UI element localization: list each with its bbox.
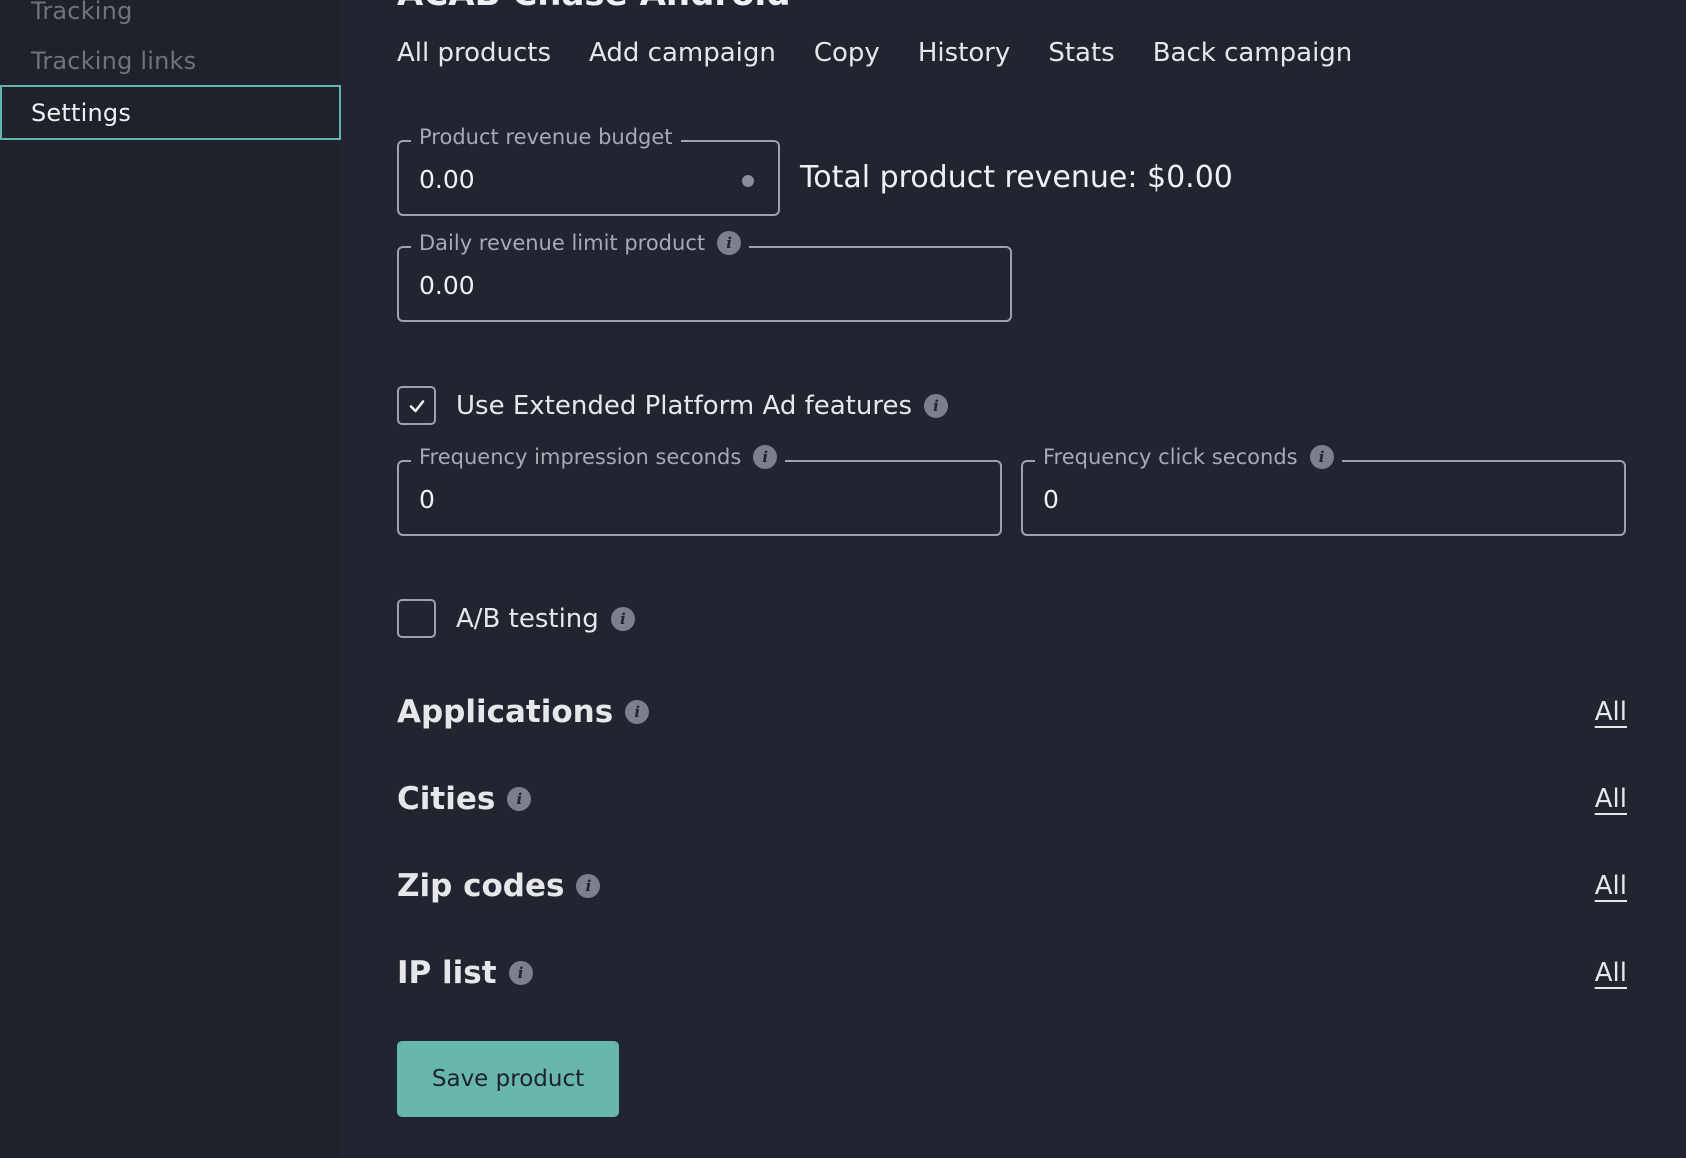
save-product-button[interactable]: Save product [397, 1041, 619, 1117]
section-title-text: IP list [397, 955, 497, 991]
info-icon[interactable]: i [576, 874, 601, 898]
info-icon[interactable]: i [717, 231, 742, 255]
extended-features-checkbox[interactable] [397, 386, 436, 425]
daily-limit-field[interactable]: Daily revenue limit product i 0.00 [397, 231, 1012, 322]
freq-click-label: Frequency click seconds i [1035, 445, 1342, 469]
page-title: ACAB Chase Android [397, 0, 791, 14]
tab-add-campaign[interactable]: Add campaign [589, 38, 776, 68]
ab-testing-row: A/B testing i [397, 599, 635, 638]
checkmark-icon [409, 399, 424, 412]
ip-list-all-link[interactable]: All [1595, 958, 1627, 988]
sidebar-item-settings[interactable]: Settings [0, 85, 341, 140]
revenue-budget-field[interactable]: Product revenue budget 0.00 [397, 125, 780, 216]
section-title-text: Applications [397, 694, 614, 730]
extended-features-label: Use Extended Platform Ad features [456, 390, 913, 421]
freq-click-value: 0 [1043, 485, 1059, 514]
freq-impression-label: Frequency impression seconds i [411, 445, 786, 469]
tab-stats[interactable]: Stats [1048, 38, 1114, 68]
tab-back-campaign[interactable]: Back campaign [1153, 38, 1353, 68]
section-title: IP list i [397, 955, 533, 991]
sidebar: Tracking Tracking links Settings [0, 0, 341, 1158]
tab-history[interactable]: History [918, 38, 1011, 68]
zip-codes-all-link[interactable]: All [1595, 871, 1627, 901]
section-title-text: Cities [397, 781, 496, 817]
info-icon[interactable]: i [507, 787, 532, 811]
daily-limit-label-text: Daily revenue limit product [419, 231, 706, 255]
status-dot-icon [742, 175, 754, 187]
section-title: Zip codes i [397, 868, 601, 904]
daily-limit-label: Daily revenue limit product i [411, 231, 750, 255]
section-ip-list: IP list i All [397, 955, 1627, 991]
tab-all-products[interactable]: All products [397, 38, 551, 68]
ab-testing-checkbox[interactable] [397, 599, 436, 638]
tab-copy[interactable]: Copy [814, 38, 880, 68]
info-icon[interactable]: i [753, 445, 778, 469]
total-revenue-text: Total product revenue: $0.00 [800, 160, 1233, 195]
info-icon[interactable]: i [625, 700, 650, 724]
freq-impression-value: 0 [419, 485, 435, 514]
info-icon[interactable]: i [610, 606, 635, 631]
section-applications: Applications i All [397, 694, 1627, 730]
tab-bar: All products Add campaign Copy History S… [397, 38, 1352, 68]
freq-click-label-text: Frequency click seconds [1043, 445, 1298, 469]
applications-all-link[interactable]: All [1595, 697, 1627, 727]
freq-click-field[interactable]: Frequency click seconds i 0 [1021, 445, 1626, 536]
freq-impression-field[interactable]: Frequency impression seconds i 0 [397, 445, 1002, 536]
info-icon[interactable]: i [508, 961, 533, 985]
cities-all-link[interactable]: All [1595, 784, 1627, 814]
section-zip-codes: Zip codes i All [397, 868, 1627, 904]
sidebar-item-tracking-links[interactable]: Tracking links [0, 33, 341, 88]
section-title: Applications i [397, 694, 650, 730]
info-icon[interactable]: i [924, 393, 949, 418]
revenue-budget-label: Product revenue budget [411, 125, 681, 149]
ab-testing-label: A/B testing [456, 603, 599, 634]
info-icon[interactable]: i [1309, 445, 1334, 469]
section-title-text: Zip codes [397, 868, 565, 904]
section-cities: Cities i All [397, 781, 1627, 817]
revenue-budget-label-text: Product revenue budget [419, 125, 673, 149]
revenue-budget-value: 0.00 [419, 165, 475, 194]
section-title: Cities i [397, 781, 532, 817]
daily-limit-value: 0.00 [419, 271, 475, 300]
freq-impression-label-text: Frequency impression seconds [419, 445, 742, 469]
extended-features-row: Use Extended Platform Ad features i [397, 386, 949, 425]
main-content: ACAB Chase Android All products Add camp… [397, 0, 1627, 1158]
